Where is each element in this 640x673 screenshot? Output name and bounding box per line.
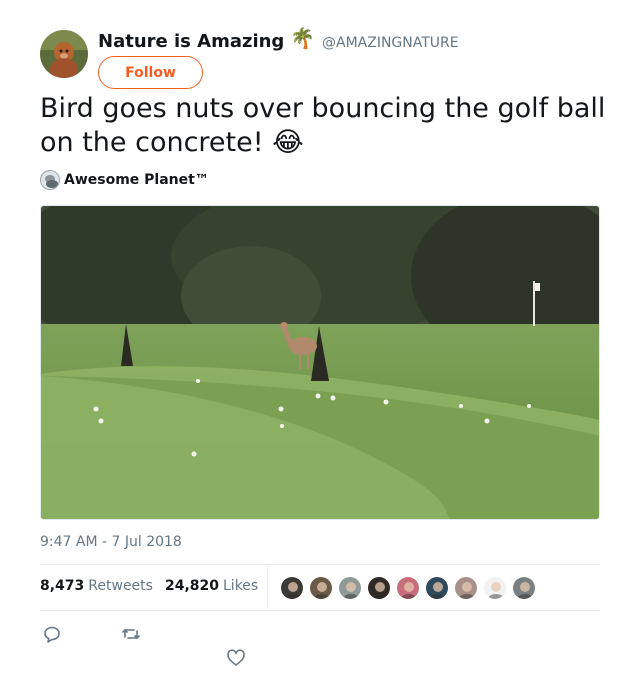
liker-avatar-8[interactable] [483,576,507,600]
liker-avatar-4[interactable] [367,576,391,600]
via-name: Awesome Planet™ [64,172,209,188]
palm-tree-emoji: 🌴 [290,26,315,50]
via-attribution[interactable]: Awesome Planet™ [40,170,209,190]
liker-avatar-9[interactable] [512,576,536,600]
tweet-video[interactable] [40,205,600,520]
laughing-emoji: 😂 [272,127,304,158]
divider-bottom [40,610,600,611]
liker-avatar-3[interactable] [338,576,362,600]
via-avatar [40,170,60,190]
tweet-timestamp[interactable]: 9:47 AM - 7 Jul 2018 [40,534,182,550]
heart-icon[interactable] [226,648,246,668]
liker-avatar-2[interactable] [309,576,333,600]
liker-avatar-6[interactable] [425,576,449,600]
author-display-name[interactable]: Nature is Amazing [98,31,284,52]
retweets-count[interactable]: 8,473 [40,578,84,594]
engagement-stats: 8,473 Retweets 24,820 Likes [40,578,258,594]
liker-avatar-1[interactable] [280,576,304,600]
tweet-card: Nature is Amazing 🌴 @AMAZINGNATURE Follo… [0,0,640,673]
author-handle[interactable]: @AMAZINGNATURE [322,35,459,51]
likes-label[interactable]: Likes [223,578,258,594]
retweets-label[interactable]: Retweets [88,578,153,594]
tweet-text-body: Bird goes nuts over bouncing the golf ba… [40,93,606,158]
liker-avatar-7[interactable] [454,576,478,600]
follow-button[interactable]: Follow [98,56,203,89]
liker-avatars [280,576,536,600]
tweet-text: Bird goes nuts over bouncing the golf ba… [40,92,610,160]
likes-count[interactable]: 24,820 [165,578,219,594]
liker-avatar-5[interactable] [396,576,420,600]
divider-top [40,564,600,565]
author-avatar[interactable] [40,30,88,78]
stats-vertical-divider [267,566,268,608]
retweet-icon[interactable] [121,624,141,644]
reply-icon[interactable] [42,624,62,644]
